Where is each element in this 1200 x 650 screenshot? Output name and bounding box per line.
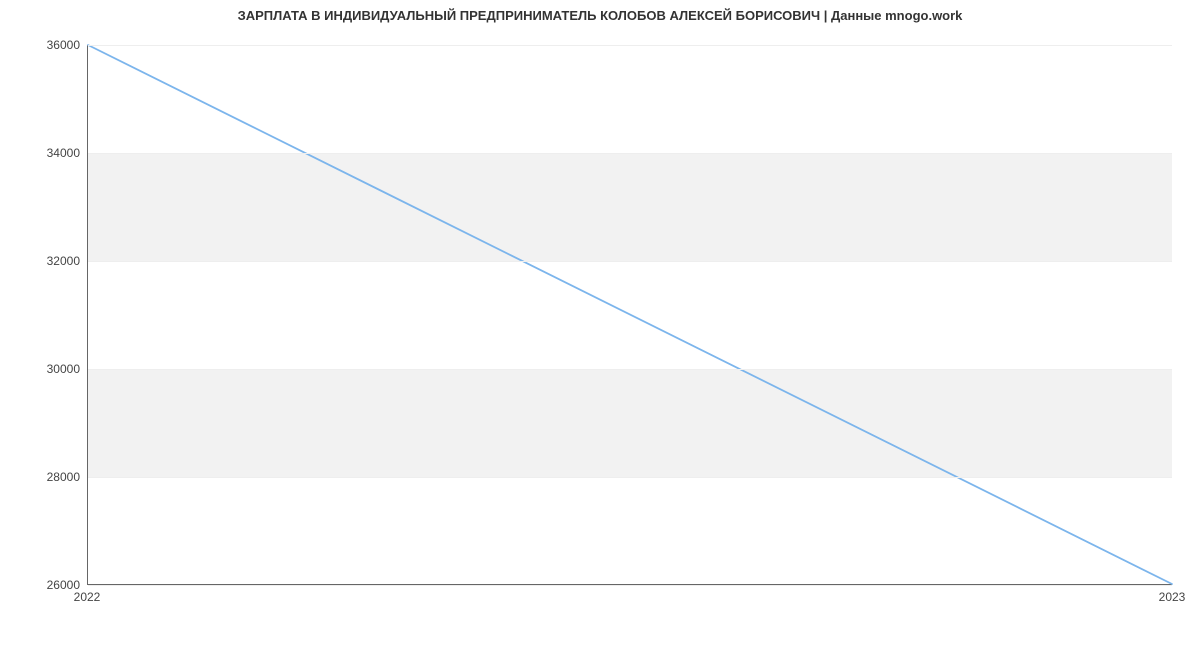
chart-container: ЗАРПЛАТА В ИНДИВИДУАЛЬНЫЙ ПРЕДПРИНИМАТЕЛ…	[0, 0, 1200, 650]
y-tick-label: 30000	[10, 362, 80, 376]
y-tick-label: 32000	[10, 254, 80, 268]
line-layer	[88, 45, 1172, 584]
gridline	[88, 369, 1172, 370]
y-tick-label: 26000	[10, 578, 80, 592]
series-line	[88, 45, 1172, 584]
gridline	[88, 153, 1172, 154]
plot-area	[87, 45, 1172, 585]
y-tick-label: 34000	[10, 146, 80, 160]
gridline	[88, 261, 1172, 262]
y-tick-label: 28000	[10, 470, 80, 484]
y-tick-label: 36000	[10, 38, 80, 52]
chart-title: ЗАРПЛАТА В ИНДИВИДУАЛЬНЫЙ ПРЕДПРИНИМАТЕЛ…	[0, 8, 1200, 23]
x-tick-label: 2022	[74, 590, 101, 604]
gridline	[88, 477, 1172, 478]
gridline	[88, 585, 1172, 586]
x-tick-label: 2023	[1159, 590, 1186, 604]
gridline	[88, 45, 1172, 46]
